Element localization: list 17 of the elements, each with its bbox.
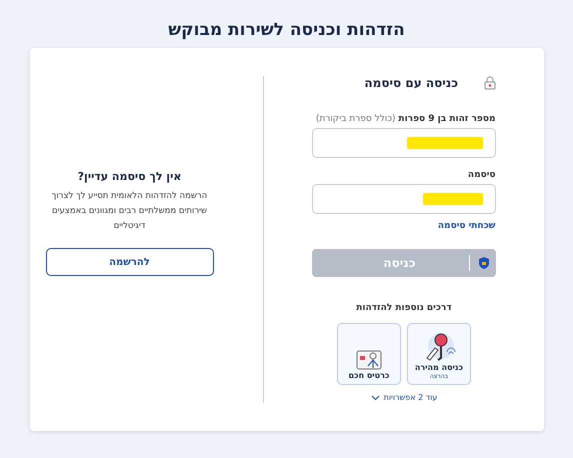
id-field-label: מספר זהות בן 9 ספרות (כולל ספרת ביקורת)	[314, 114, 496, 124]
page-title: הזדהות וכניסה לשירות מבוקש	[168, 20, 405, 40]
login-method-tile[interactable]: כרטיס חכם	[336, 323, 401, 385]
shield-icon	[478, 256, 490, 270]
forgot-password-link[interactable]: שכחתי סיסמה	[438, 221, 496, 231]
chevron-down-icon	[370, 394, 380, 400]
id-field[interactable]	[312, 128, 496, 158]
login-title: כניסה עם סיסמה	[364, 76, 458, 90]
id-card-icon	[356, 350, 382, 370]
register-button[interactable]: להרשמה	[46, 248, 214, 276]
more-options-link[interactable]: עוד 2 אפשרויות	[370, 393, 438, 402]
password-field[interactable]	[312, 184, 496, 214]
other-methods-title: דרכים נוספות להזדהות	[355, 303, 453, 313]
register-text: הרשמה להזדהות הלאומית תסייע לך לצרוך שירותים ממשלתיים רבים ומגוונים באמצעים דיגיטליים	[50, 190, 208, 233]
password-field-label: סיסמה	[466, 170, 496, 180]
lock-icon	[484, 76, 496, 90]
register-title: אין לך סיסמה עדיין?	[78, 170, 182, 183]
